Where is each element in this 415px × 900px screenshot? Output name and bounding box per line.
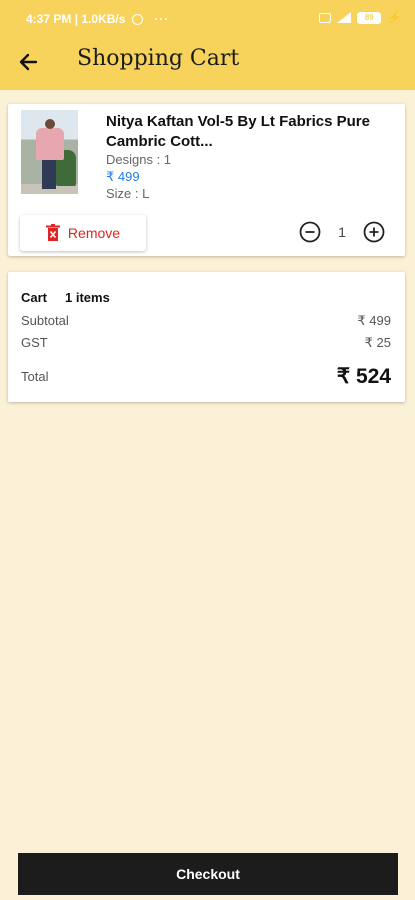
remove-label: Remove xyxy=(67,225,121,241)
app-bar: Shopping Cart xyxy=(0,34,415,90)
alarm-icon xyxy=(131,14,143,25)
page-title: Shopping Cart xyxy=(77,46,240,71)
product-image[interactable] xyxy=(21,110,78,194)
product-size: Size : L xyxy=(106,186,150,201)
network-speed: 1.0KB/s xyxy=(81,12,126,26)
cart-label: Cart xyxy=(21,290,48,305)
quantity-stepper: 1 xyxy=(299,221,385,243)
total-value: ₹ 524 xyxy=(336,365,391,388)
quantity-value: 1 xyxy=(338,224,346,240)
back-button[interactable] xyxy=(14,48,44,76)
charging-icon: ⚡ xyxy=(387,12,401,24)
more-notifications: ··· xyxy=(154,12,170,26)
back-arrow-icon xyxy=(19,53,38,71)
remove-button[interactable]: Remove xyxy=(20,215,146,251)
subtotal-row: Subtotal ₹ 499 xyxy=(21,313,391,329)
items-count: 1 items xyxy=(65,290,110,305)
total-label: Total xyxy=(21,369,49,384)
subtotal-label: Subtotal xyxy=(21,313,69,328)
sim-icon xyxy=(319,12,332,23)
gst-row: GST ₹ 25 xyxy=(21,335,391,351)
cart-summary-card: Cart 1 items Subtotal ₹ 499 GST ₹ 25 Tota… xyxy=(8,272,405,402)
cart-item-card: Nitya Kaftan Vol-5 By Lt Fabrics Pure Ca… xyxy=(8,104,405,256)
minus-circle-icon[interactable] xyxy=(299,221,321,243)
cart-count-row: Cart 1 items xyxy=(21,290,391,305)
gst-value: ₹ 25 xyxy=(364,335,391,350)
status-right: 89 ⚡ xyxy=(319,11,401,24)
signal-icon xyxy=(337,12,352,23)
product-price: ₹ 499 xyxy=(106,169,140,184)
battery-icon: 89 xyxy=(357,11,382,24)
status-bar: 4:37 PM | 1.0KB/s ··· 89 ⚡ xyxy=(0,0,415,34)
trash-icon xyxy=(45,224,60,241)
gst-label: GST xyxy=(21,335,48,350)
product-name[interactable]: Nitya Kaftan Vol-5 By Lt Fabrics Pure Ca… xyxy=(106,112,398,152)
status-time: 4:37 PM xyxy=(26,12,72,26)
checkout-button[interactable]: Checkout xyxy=(18,853,398,895)
status-left: 4:37 PM | 1.0KB/s ··· xyxy=(26,12,170,26)
subtotal-value: ₹ 499 xyxy=(357,313,391,328)
product-designs: Designs : 1 xyxy=(106,152,172,167)
total-row: Total ₹ 524 xyxy=(21,364,391,389)
plus-circle-icon[interactable] xyxy=(363,221,385,243)
